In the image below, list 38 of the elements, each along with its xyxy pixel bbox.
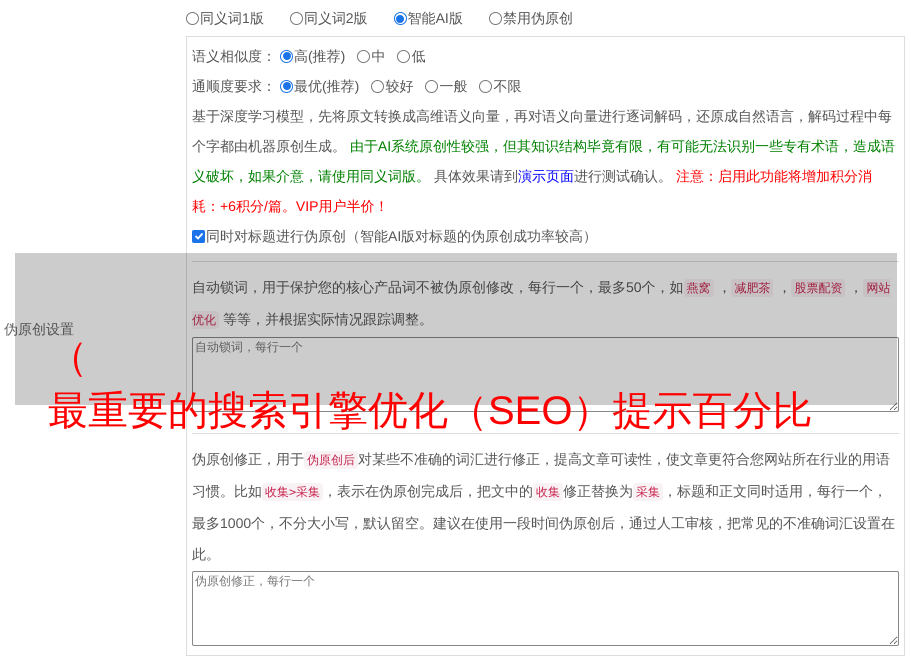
radio-label[interactable]: 智能AI版 <box>408 8 463 29</box>
radio-label[interactable]: 低 <box>411 46 426 66</box>
radio-button[interactable] <box>357 50 370 62</box>
keyword-tag: 股票配资 <box>791 279 846 297</box>
radio-button[interactable] <box>280 80 293 92</box>
radio-button[interactable] <box>425 80 438 92</box>
field-label: 通顺度要求： <box>192 76 276 96</box>
demo-link[interactable]: 演示页面 <box>518 168 574 184</box>
radio-button[interactable] <box>280 50 293 62</box>
radio-label[interactable]: 最优(推荐) <box>294 76 360 96</box>
radio-button[interactable] <box>371 80 384 92</box>
corrections-help: 伪原创修正，用于 伪原创后 对某些不准确的词汇进行修正，提高文章可读性，使文章更符合您网站所在行业的用语习惯。比如 收集>采集 ，表示在伪原创完成后，把文中的 收集 修正替换为 采集 ，标题和正文同时适用，每行一个，最多1000个，不分大小写，默认留空。建议在使用一段时间伪原创后，通过人工审核，把常见的不准确词汇设置在此。 <box>192 450 896 564</box>
radio-button[interactable] <box>186 12 199 25</box>
radio-button[interactable] <box>397 50 410 62</box>
radio-label[interactable]: 高(推荐) <box>294 46 346 66</box>
keyword-tag: 伪原创后 <box>304 451 358 469</box>
radio-button[interactable] <box>394 12 407 25</box>
radio-label[interactable]: 同义词1版 <box>200 8 264 29</box>
radio-button[interactable] <box>479 80 492 92</box>
radio-label[interactable]: 一般 <box>439 76 468 96</box>
field-label: 语义相似度： <box>192 46 276 66</box>
radio-label[interactable]: 不限 <box>493 76 522 96</box>
keyword-tag: 减肥茶 <box>731 279 774 297</box>
radio-button[interactable] <box>290 12 303 25</box>
radio-label[interactable]: 同义词2版 <box>304 8 368 29</box>
keyword-tag: 采集 <box>633 483 664 501</box>
checkbox[interactable] <box>192 230 205 242</box>
keyword-tag: 收集>采集 <box>262 483 324 501</box>
keyword-tag: 收集 <box>533 483 564 501</box>
radio-label[interactable]: 禁用伪原创 <box>502 8 573 29</box>
radio-label[interactable]: 中 <box>371 46 386 66</box>
lock-words-help: 自动锁词，用于保护您的核心产品词不被伪原创修改，每行一个，最多50个，如 燕窝 ， 减肥茶 ， 股票配资 ， 网站优化 等等，并根据实际情况跟踪调整。 <box>192 278 892 331</box>
radio-button[interactable] <box>488 12 502 25</box>
corrections-field[interactable]: 伪原创修正，每行一个 <box>192 571 899 646</box>
radio-label[interactable]: 较好 <box>385 76 414 96</box>
description-text: 基于深度学习模型，先将原文转换成高维语义向量，再对语义向量进行逐词解码，还原成自然语言，解码过程中每个字都由机器原创生成。 由于AI系统原创性较强，但其知识结构毕竟有限，有可能无法识别一些专有术语，造成语义破坏，如果介意，请使用同义词版。 具体效果请到演示页面进行测试确认。 注意：启用此功能将增加积分消耗：+6积分/篇。VIP用户半价！ <box>192 107 896 216</box>
keyword-tag: 燕窝 <box>684 279 714 297</box>
checkbox-label[interactable]: 同时对标题进行伪原创（智能AI版对标题的伪原创成功率较高） <box>206 226 598 246</box>
